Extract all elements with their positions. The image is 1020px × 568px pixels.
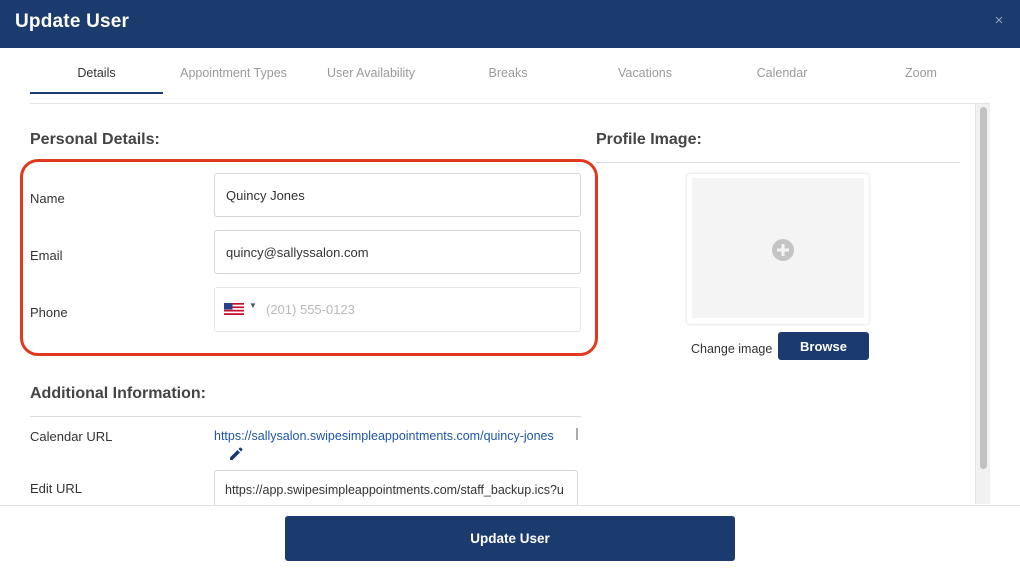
name-label: Name: [30, 191, 65, 206]
tab-user-availability[interactable]: User Availability: [308, 66, 434, 80]
profile-divider: [596, 162, 960, 163]
chevron-down-icon[interactable]: ▼: [249, 301, 257, 310]
active-tab-indicator: [30, 92, 163, 94]
scrollbar-thumb[interactable]: [980, 107, 987, 469]
modal-footer: Update User: [0, 505, 1020, 568]
edit-url-label: Edit URL: [30, 481, 83, 496]
scrollbar-track[interactable]: [975, 104, 990, 504]
copy-divider: [576, 428, 578, 440]
personal-details-title: Personal Details:: [30, 131, 160, 148]
modal-title: Update User: [15, 11, 130, 32]
close-icon[interactable]: ×: [992, 12, 1006, 30]
tab-details[interactable]: Details: [30, 66, 163, 80]
profile-image-dropzone[interactable]: [687, 174, 869, 324]
us-flag-icon[interactable]: [224, 303, 244, 315]
tab-vacations[interactable]: Vacations: [582, 66, 708, 80]
email-label: Email: [30, 248, 63, 263]
modal-header: Update User ×: [0, 0, 1020, 48]
name-input[interactable]: [214, 173, 581, 217]
email-input[interactable]: [214, 230, 581, 274]
calendar-url-label: Calendar URL: [30, 429, 113, 444]
change-image-label: Change image: [691, 342, 773, 356]
edit-url-field: [214, 470, 578, 510]
phone-label: Phone: [30, 305, 68, 320]
tab-appointment-types[interactable]: Appointment Types: [170, 66, 297, 80]
update-user-button[interactable]: Update User: [285, 516, 735, 561]
plus-circle-icon: [772, 239, 794, 261]
tab-bar: Details Appointment Types User Availabil…: [30, 48, 990, 104]
phone-input[interactable]: [259, 288, 577, 331]
pencil-icon[interactable]: [228, 446, 244, 462]
tab-calendar[interactable]: Calendar: [719, 66, 845, 80]
tab-breaks[interactable]: Breaks: [445, 66, 571, 80]
edit-url-input[interactable]: [215, 471, 577, 509]
profile-image-title: Profile Image:: [596, 131, 702, 148]
phone-field: ▼: [214, 287, 581, 332]
additional-divider: [30, 416, 581, 417]
calendar-url-link[interactable]: https://sallysalon.swipesimpleappointmen…: [214, 429, 554, 443]
browse-button[interactable]: Browse: [778, 332, 869, 360]
tab-zoom[interactable]: Zoom: [858, 66, 984, 80]
additional-info-title: Additional Information:: [30, 385, 206, 402]
profile-image-placeholder: [692, 178, 864, 318]
